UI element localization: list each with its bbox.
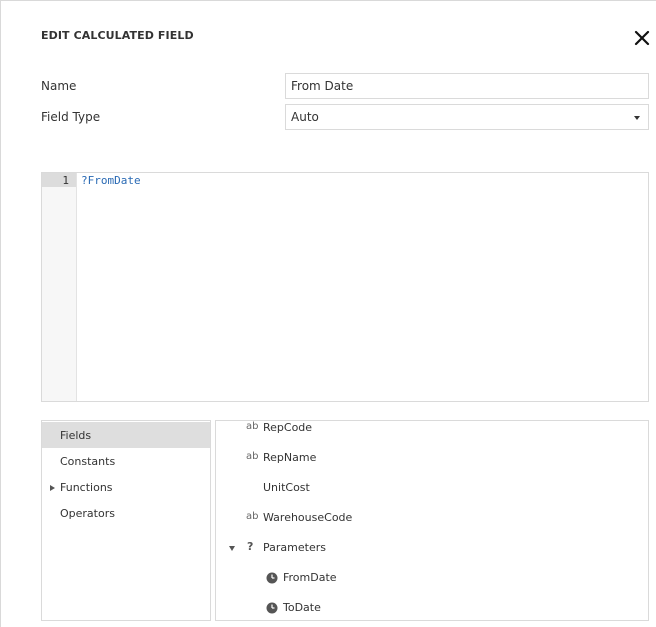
close-button[interactable] — [631, 27, 653, 49]
tree-item-parameters[interactable]: ? Parameters — [216, 537, 648, 559]
expression-editor[interactable]: 1 ?FromDate — [41, 172, 649, 402]
field-tree: ab RepCode ab RepName UnitCost ab Wareho… — [215, 420, 649, 621]
collapse-arrow-icon[interactable] — [229, 546, 235, 551]
string-icon: ab — [246, 511, 259, 522]
field-type-value: Auto — [291, 110, 319, 124]
category-item-constants[interactable]: Constants — [42, 448, 210, 474]
edit-calculated-field-dialog: EDIT CALCULATED FIELD Name From Date Fie… — [0, 0, 656, 627]
category-item-operators[interactable]: Operators — [42, 500, 210, 526]
category-label: Fields — [60, 429, 92, 442]
line-number: 1 — [62, 174, 69, 187]
editor-gutter: 1 — [42, 173, 77, 401]
tree-item-label: RepName — [263, 451, 317, 464]
category-label: Constants — [60, 455, 116, 468]
tree-item-repcode[interactable]: ab RepCode — [216, 421, 648, 439]
clock-icon — [266, 572, 278, 584]
category-label: Functions — [60, 481, 113, 494]
tree-item-label: UnitCost — [263, 481, 310, 494]
tree-item-label: Parameters — [263, 541, 326, 554]
tree-item-unitcost[interactable]: UnitCost — [216, 477, 648, 499]
category-item-functions[interactable]: Functions — [42, 474, 210, 500]
expand-arrow-icon[interactable] — [50, 485, 55, 491]
tree-item-label: RepCode — [263, 421, 313, 434]
tree-item-fromdate[interactable]: FromDate — [216, 567, 648, 589]
name-input[interactable]: From Date — [285, 73, 649, 99]
string-icon: ab — [246, 421, 259, 432]
string-icon: ab — [246, 451, 259, 462]
dialog-title: EDIT CALCULATED FIELD — [41, 29, 194, 42]
name-label: Name — [41, 79, 77, 93]
tree-item-todate[interactable]: ToDate — [216, 597, 648, 619]
clock-icon — [266, 602, 278, 614]
tree-item-label: FromDate — [283, 571, 337, 584]
tree-item-label: WarehouseCode — [263, 511, 353, 524]
category-item-fields[interactable]: Fields — [42, 422, 210, 448]
tree-item-label: ToDate — [283, 601, 321, 614]
name-input-value: From Date — [291, 79, 354, 93]
tree-item-warehousecode[interactable]: ab WarehouseCode — [216, 507, 648, 529]
category-list: Fields Constants Functions Operators — [41, 420, 211, 621]
code-line[interactable]: ?FromDate — [81, 174, 141, 187]
tree-item-repname[interactable]: ab RepName — [216, 447, 648, 469]
field-type-label: Field Type — [41, 110, 101, 124]
close-icon — [634, 30, 650, 46]
chevron-down-icon — [634, 116, 640, 120]
category-label: Operators — [60, 507, 115, 520]
parameter-icon: ? — [247, 540, 254, 553]
field-type-select[interactable]: Auto — [285, 104, 649, 130]
